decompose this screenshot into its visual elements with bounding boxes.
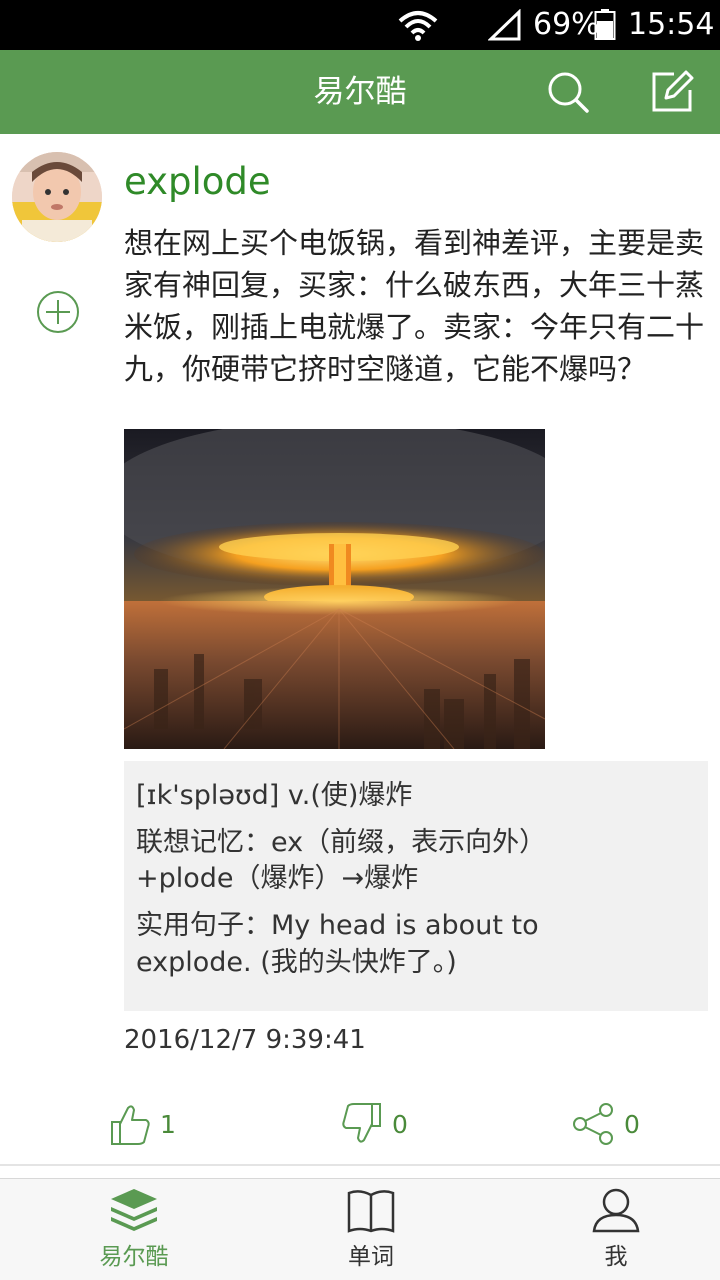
status-bar: 69% 15:54 xyxy=(0,0,720,50)
book-icon xyxy=(347,1190,395,1233)
clock: 15:54 xyxy=(628,7,715,42)
association-memory: 联想记忆：ex（前缀，表示向外）+plode（爆炸）→爆炸 xyxy=(136,827,547,894)
battery-percent: 69% xyxy=(533,7,600,42)
battery-icon xyxy=(594,9,616,40)
post-username[interactable]: explode xyxy=(124,160,271,204)
like-button[interactable]: 1 xyxy=(108,1102,188,1150)
nav-item-words[interactable]: 单词 xyxy=(301,1179,441,1280)
post-image[interactable] xyxy=(124,429,545,749)
post-timestamp: 2016/12/7 9:39:41 xyxy=(124,1025,366,1055)
app-bar: 易尔酷 xyxy=(0,50,720,134)
mushroom-cloud-image xyxy=(124,429,545,749)
app-title: 易尔酷 xyxy=(313,74,407,110)
thumbs-up-icon xyxy=(111,1105,150,1145)
nav-label-me: 我 xyxy=(604,1244,628,1270)
share-count: 0 xyxy=(624,1110,640,1139)
layers-icon xyxy=(111,1189,157,1231)
bottom-nav: 易尔酷 单词 我 xyxy=(0,1178,720,1280)
follow-add-icon[interactable] xyxy=(36,290,80,334)
example-sentence: 实用句子：My head is about to explode. (我的头快炸… xyxy=(136,910,539,978)
edit-icon[interactable] xyxy=(650,70,694,114)
avatar[interactable] xyxy=(12,152,102,242)
nav-label-words: 单词 xyxy=(348,1244,394,1270)
thumbs-down-icon xyxy=(342,1103,381,1143)
nav-item-home[interactable]: 易尔酷 xyxy=(64,1179,204,1280)
signal-icon xyxy=(488,9,521,41)
user-icon xyxy=(592,1188,640,1233)
nav-label-home: 易尔酷 xyxy=(99,1244,169,1270)
avatar-image xyxy=(12,152,102,242)
wifi-icon xyxy=(398,11,438,41)
divider xyxy=(0,1164,720,1166)
share-button[interactable]: 0 xyxy=(572,1102,652,1150)
search-icon[interactable] xyxy=(546,70,590,114)
dislike-count: 0 xyxy=(392,1110,408,1139)
post-body-text: 想在网上买个电饭锅，看到神差评，主要是卖家有神回复，买家：什么破东西，大年三十蒸… xyxy=(124,226,705,386)
nav-item-me[interactable]: 我 xyxy=(546,1179,686,1280)
like-count: 1 xyxy=(160,1110,176,1139)
dislike-button[interactable]: 0 xyxy=(340,1102,420,1150)
share-icon xyxy=(573,1103,613,1145)
post-card: explode 想在网上买个电饭锅，看到神差评，主要是卖家有神回复，买家：什么破… xyxy=(0,134,720,1164)
word-definition-card: [ɪk'spləʊd] v.(使)爆炸 联想记忆：ex（前缀，表示向外）+plo… xyxy=(124,761,708,1011)
pronunciation-definition: [ɪk'spləʊd] v.(使)爆炸 xyxy=(136,780,413,811)
